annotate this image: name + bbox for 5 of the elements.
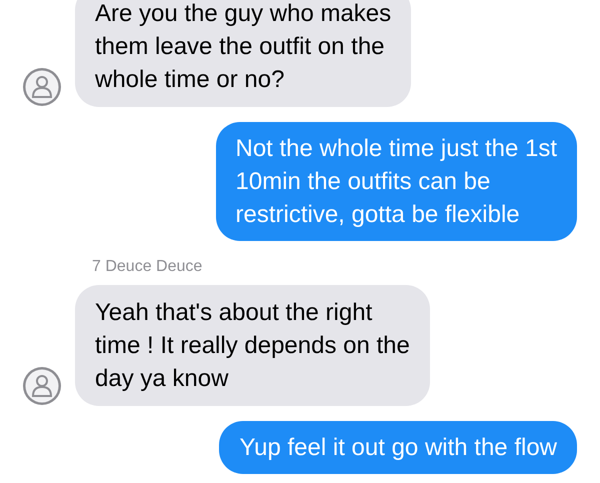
- sent-message: Yup feel it out go with the flow: [219, 421, 577, 474]
- sender-name: 7 Deuce Deuce: [92, 258, 202, 275]
- sent-message: Not the whole time just the 1st 10min the outfits can be restrictive, gotta be flexible: [216, 122, 577, 241]
- received-message: Are you the guy who makes them leave the outfit on the whole time or no?: [75, 0, 412, 107]
- received-message: Yeah that's about the right time ! It really depends on the day ya know: [75, 285, 430, 406]
